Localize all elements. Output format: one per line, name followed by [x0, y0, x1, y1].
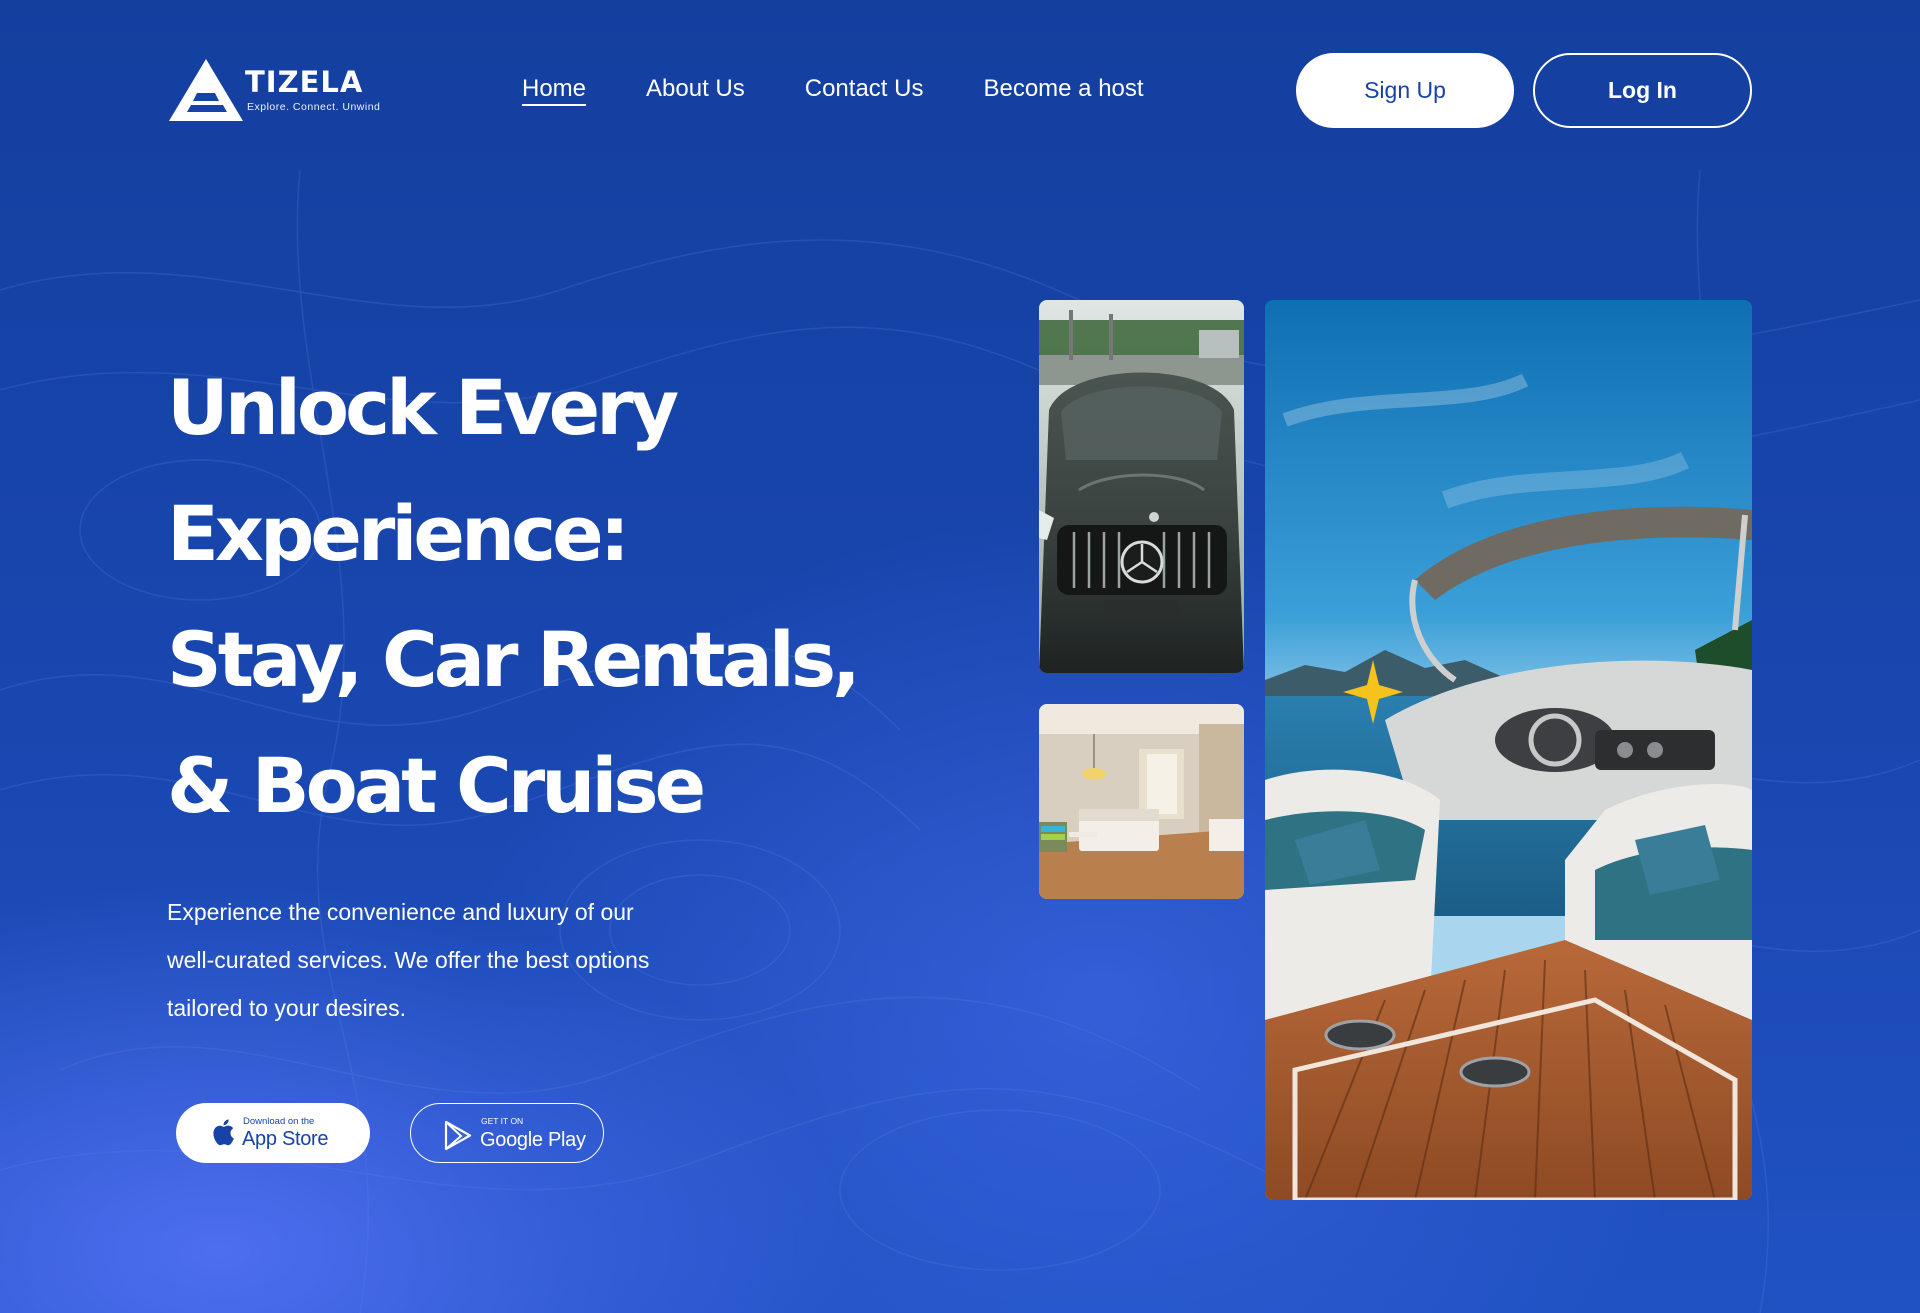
site-header: TIZELA Explore. Connect. Unwind Home Abo…	[0, 0, 1920, 180]
nav-about-us[interactable]: About Us	[646, 74, 745, 106]
google-play-button[interactable]: GET IT ON Google Play	[410, 1103, 604, 1163]
google-play-icon	[444, 1120, 472, 1151]
brand-name: TIZELA	[245, 65, 364, 99]
brand-tagline: Explore. Connect. Unwind	[247, 101, 381, 113]
car-photo	[1039, 300, 1244, 673]
boat-photo	[1265, 300, 1752, 1200]
hero-title: Unlock Every Experience: Stay, Car Renta…	[167, 345, 907, 849]
hero-subtitle-line: tailored to your desires.	[167, 995, 407, 1021]
app-store-button[interactable]: Download on the App Store	[176, 1103, 370, 1163]
hero-title-line: Stay, Car Rentals,	[167, 615, 861, 704]
brand-logo[interactable]: TIZELA Explore. Connect. Unwind	[167, 57, 397, 123]
logo-triangle-icon	[169, 59, 243, 121]
hero-subtitle: Experience the convenience and luxury of…	[167, 888, 727, 1032]
hotel-room-photo	[1039, 704, 1244, 899]
google-play-label: Google Play	[480, 1129, 586, 1151]
hero-title-line: Unlock Every	[167, 363, 679, 452]
nav-home[interactable]: Home	[522, 74, 587, 106]
main-nav: Home About Us Contact Us Become a host	[522, 74, 1144, 106]
hero-title-line: Experience:	[167, 489, 630, 578]
hero-subtitle-line: well-curated services. We offer the best…	[167, 947, 650, 973]
apple-icon	[213, 1119, 234, 1146]
hero-subtitle-line: Experience the convenience and luxury of…	[167, 899, 634, 925]
sign-up-button[interactable]: Sign Up	[1296, 53, 1514, 128]
nav-become-host[interactable]: Become a host	[983, 74, 1143, 106]
google-play-small-text: GET IT ON	[481, 1116, 524, 1126]
app-store-label: App Store	[242, 1128, 329, 1150]
log-in-button[interactable]: Log In	[1533, 53, 1752, 128]
nav-contact-us[interactable]: Contact Us	[805, 74, 924, 106]
hero-title-line: & Boat Cruise	[167, 741, 706, 830]
app-store-small-text: Download on the	[243, 1116, 315, 1127]
